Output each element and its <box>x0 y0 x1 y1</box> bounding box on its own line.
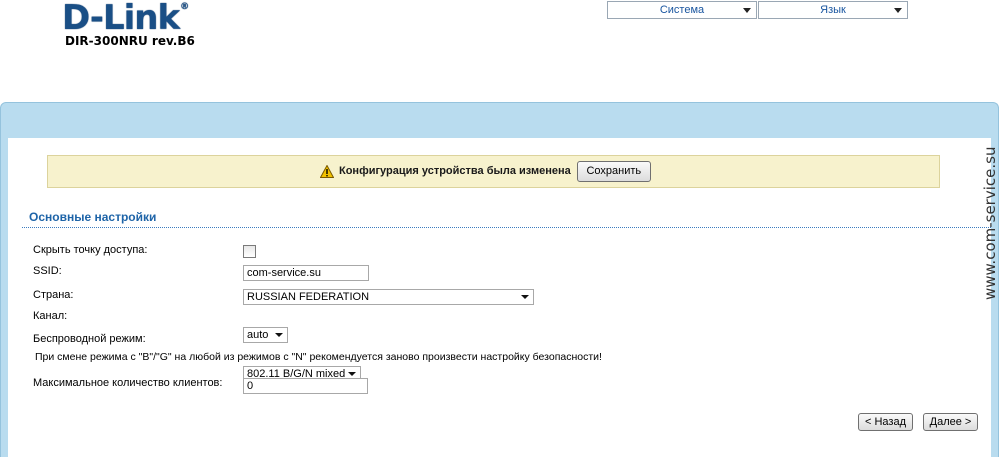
channel-value: auto <box>247 329 269 341</box>
channel-select[interactable]: auto <box>243 327 288 343</box>
watermark-text: www.com-service.su <box>981 146 999 300</box>
back-button[interactable]: < Назад <box>858 413 913 431</box>
max-clients-label: Максимальное количество клиентов: <box>33 377 223 389</box>
system-menu-label: Система <box>659 4 705 16</box>
mode-hint: При смене режима с "B"/"G" на любой из р… <box>35 351 602 363</box>
hide-ap-checkbox[interactable] <box>243 245 256 258</box>
system-menu-dropdown[interactable]: Система <box>607 1 757 19</box>
section-title: Основные настройки <box>29 210 157 224</box>
country-select[interactable]: RUSSIAN FEDERATION <box>243 289 534 305</box>
dlink-logo: D-Link® <box>62 0 189 38</box>
chevron-down-icon <box>743 8 751 13</box>
content-area: Конфигурация устройства была изменена Со… <box>8 138 991 457</box>
main-panel: Конфигурация устройства была изменена Со… <box>0 102 999 457</box>
max-clients-input[interactable]: 0 <box>243 378 368 394</box>
save-button[interactable]: Сохранить <box>576 160 651 182</box>
top-menu: Система Язык <box>607 1 908 19</box>
hide-ap-label: Скрыть точку доступа: <box>33 244 148 256</box>
mode-label: Беспроводной режим: <box>33 333 146 345</box>
chevron-down-icon <box>348 372 356 376</box>
chevron-down-icon <box>521 295 529 299</box>
logo-text: D-Link <box>62 0 180 38</box>
next-button[interactable]: Далее > <box>923 413 978 431</box>
warning-icon <box>320 164 334 178</box>
chevron-down-icon <box>894 8 902 13</box>
section-divider <box>22 227 991 228</box>
ssid-input[interactable]: com-service.su <box>243 265 369 281</box>
country-value: RUSSIAN FEDERATION <box>247 291 370 303</box>
language-menu-label: Язык <box>820 4 846 16</box>
country-label: Страна: <box>33 289 74 301</box>
ssid-label: SSID: <box>33 265 62 277</box>
device-model: DIR-300NRU rev.B6 <box>65 34 195 48</box>
watermark: www.com-service.su <box>981 147 1000 300</box>
notice-text: Конфигурация устройства была изменена <box>339 165 571 177</box>
config-changed-notice: Конфигурация устройства была изменена Со… <box>47 155 940 188</box>
language-menu-dropdown[interactable]: Язык <box>758 1 908 19</box>
channel-label: Канал: <box>33 310 68 322</box>
registered-mark: ® <box>180 2 189 12</box>
chevron-down-icon <box>275 333 283 337</box>
